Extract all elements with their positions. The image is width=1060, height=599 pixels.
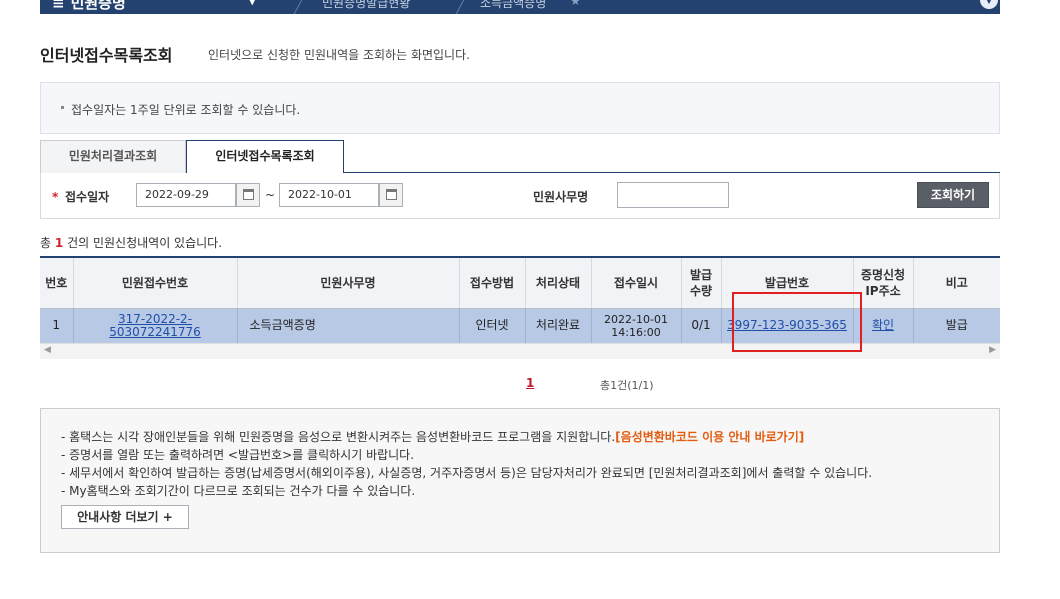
page-number-current[interactable]: 1	[526, 376, 534, 390]
cell-date: 2022-10-01 14:16:00	[591, 308, 682, 343]
cell-no: 1	[40, 308, 74, 343]
info-line-1-text: - 홈택스는 시각 장애인분들을 위해 민원증명을 음성으로 변환시켜주는 음성…	[61, 430, 616, 444]
receipt-no-link[interactable]: 317-2022-2-503072241776	[109, 312, 201, 339]
paging-info: 총1건(1/1)	[600, 379, 654, 392]
tab-internet-receipt-list[interactable]: 인터넷접수목록조회	[186, 140, 344, 174]
header-method: 접수방법	[459, 258, 526, 309]
header-date: 접수일시	[591, 258, 682, 309]
required-mark: *	[52, 190, 59, 204]
nav-divider	[454, 0, 467, 14]
cell-receipt-no: 317-2022-2-503072241776	[73, 308, 238, 343]
header-ip: 증명신청 IP주소	[853, 258, 914, 309]
calendar-icon	[243, 189, 254, 200]
info-line-1: - 홈택스는 시각 장애인분들을 위해 민원증명을 음성으로 변환시켜주는 음성…	[61, 428, 804, 445]
menu-title[interactable]: ≡ 민원증명	[52, 0, 126, 13]
issue-no-link[interactable]: 3997-123-9035-365	[727, 318, 847, 332]
hamburger-icon: ≡	[52, 0, 65, 12]
table-header-row: 번호 민원접수번호 민원사무명 접수방법 처리상태 접수일시 발급 수량 발급번호…	[40, 258, 1000, 309]
result-table: 번호 민원접수번호 민원사무명 접수방법 처리상태 접수일시 발급 수량 발급번호…	[40, 256, 1000, 343]
date-separator: ~	[265, 188, 276, 202]
header-remark: 비고	[913, 258, 1000, 309]
search-bar: * 접수일자 2022-09-29 ~ 2022-10-01 민원사무명 조회하…	[40, 173, 1000, 219]
date-label: 접수일자	[65, 190, 110, 204]
tab-result-inquiry[interactable]: 민원처리결과조회	[40, 140, 186, 173]
date-from-input[interactable]: 2022-09-29	[136, 183, 236, 207]
bullet-icon	[61, 106, 64, 109]
chevron-down-icon[interactable]: ▼	[248, 0, 256, 7]
breadcrumb-item[interactable]: 소득금액증명	[480, 0, 546, 11]
cell-qty: 0/1	[681, 308, 722, 343]
header-no: 번호	[40, 258, 74, 309]
nav-bar: ≡ 민원증명 ▼ 민원증명발급현황 소득금액증명 ★ ▼	[40, 0, 1000, 14]
info-line-2: - 증명서를 열람 또는 출력하려면 <발급번호>를 클릭하시기 바랍니다.	[61, 448, 415, 462]
info-box: - 홈택스는 시각 장애인분들을 위해 민원증명을 음성으로 변환시켜주는 음성…	[40, 408, 1000, 553]
menu-title-label: 민원증명	[70, 0, 126, 12]
scroll-right-icon[interactable]: ▶	[989, 345, 996, 355]
nav-divider	[292, 0, 305, 14]
count-suffix: 건의 민원신청내역이 있습니다.	[67, 236, 223, 250]
cell-office-name: 소득금액증명	[237, 308, 460, 343]
tab-bar: 민원처리결과조회 인터넷접수목록조회	[40, 140, 1000, 174]
calendar-from-button[interactable]	[236, 183, 260, 207]
header-qty-line2: 수량	[689, 283, 713, 298]
header-issue-no: 발급번호	[721, 258, 854, 309]
cell-status: 처리완료	[525, 308, 592, 343]
office-name-input[interactable]	[617, 182, 729, 208]
page-description: 인터넷으로 신청한 민원내역을 조회하는 화면입니다.	[208, 48, 470, 62]
header-qty-line1: 발급	[689, 267, 713, 282]
notice-text: 접수일자는 1주일 단위로 조회할 수 있습니다.	[71, 103, 301, 117]
cell-date-day: 2022-10-01	[604, 312, 668, 326]
count-prefix: 총	[40, 236, 52, 250]
cell-date-time: 14:16:00	[611, 325, 661, 339]
cell-issue-no: 3997-123-9035-365	[721, 308, 854, 343]
office-name-label: 민원사무명	[533, 190, 589, 204]
calendar-icon	[386, 189, 397, 200]
count-number: 1	[54, 236, 64, 250]
ip-check-link[interactable]: 확인	[872, 318, 894, 332]
more-info-button[interactable]: 안내사항 더보기 +	[61, 505, 189, 529]
calendar-to-button[interactable]	[379, 183, 403, 207]
voice-barcode-guide-link[interactable]: [음성변환바코드 이용 안내 바로가기]	[615, 430, 804, 444]
header-ip-line1: 증명신청	[860, 267, 906, 282]
chevron-down-circle-icon[interactable]: ▼	[980, 0, 998, 9]
cell-ip: 확인	[853, 308, 914, 343]
header-status: 처리상태	[525, 258, 592, 309]
info-line-4: - My홈택스와 조회기간이 다르므로 조회되는 건수가 다를 수 있습니다.	[61, 484, 416, 498]
cell-method: 인터넷	[459, 308, 526, 343]
header-qty: 발급 수량	[681, 258, 722, 309]
favorite-star-icon[interactable]: ★	[570, 0, 581, 8]
page-title: 인터넷접수목록조회	[40, 46, 173, 65]
top-nav-bar: ≡ 민원증명 ▼ 민원증명발급현황 소득금액증명 ★ ▼	[0, 0, 1060, 14]
info-line-3: - 세무서에서 확인하여 발급하는 증명(납세증명서(해외이주용), 사실증명,…	[61, 466, 873, 480]
header-office-name: 민원사무명	[237, 258, 460, 309]
notice-box: 접수일자는 1주일 단위로 조회할 수 있습니다.	[40, 82, 1000, 134]
horizontal-scrollbar[interactable]: ◀ ▶	[40, 343, 1000, 359]
result-count: 총 1 건의 민원신청내역이 있습니다.	[40, 234, 222, 251]
breadcrumb-item[interactable]: 민원증명발급현황	[322, 0, 410, 11]
search-button[interactable]: 조회하기	[917, 182, 989, 208]
header-receipt-no: 민원접수번호	[73, 258, 238, 309]
date-to-input[interactable]: 2022-10-01	[279, 183, 379, 207]
scroll-left-icon[interactable]: ◀	[44, 345, 51, 355]
cell-remark: 발급	[913, 308, 1000, 343]
table-row[interactable]: 1 317-2022-2-503072241776 소득금액증명 인터넷 처리완…	[40, 308, 1000, 343]
header-ip-line2: IP주소	[865, 283, 901, 298]
